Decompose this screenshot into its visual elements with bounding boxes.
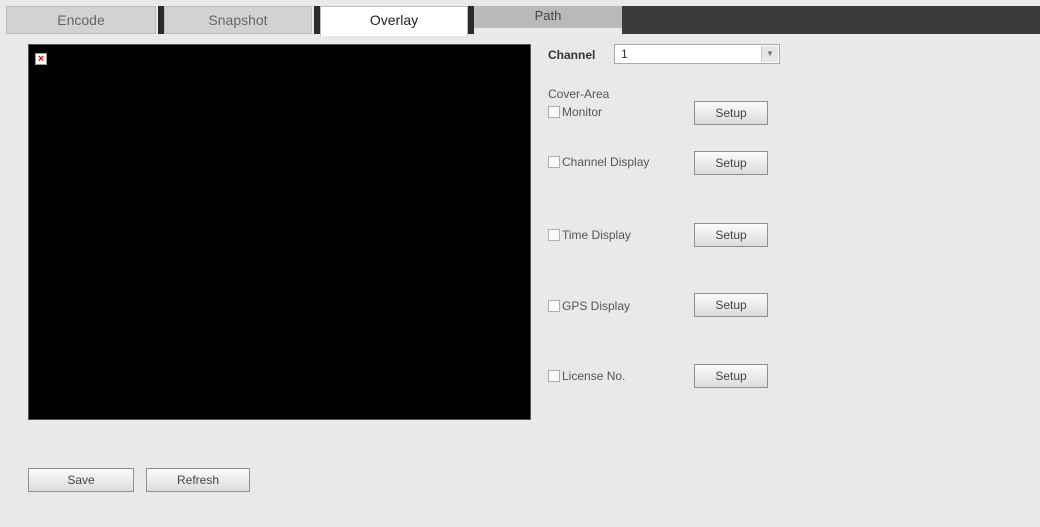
channel-label: Channel xyxy=(548,48,596,62)
channel-display-setup-button[interactable]: Setup xyxy=(694,151,768,175)
time-display-setup-button[interactable]: Setup xyxy=(694,223,768,247)
gps-display-label: GPS Display xyxy=(562,299,631,313)
gps-display-checkbox[interactable] xyxy=(548,300,560,312)
license-no-setup-button[interactable]: Setup xyxy=(694,364,768,388)
tab-snapshot[interactable]: Snapshot xyxy=(164,6,312,34)
time-display-label: Time Display xyxy=(562,228,631,242)
monitor-label: Monitor xyxy=(562,105,603,119)
channel-display-label: Channel Display xyxy=(562,155,650,169)
broken-image-icon: × xyxy=(35,53,47,65)
channel-select[interactable]: 1 ▼ xyxy=(614,44,780,64)
tab-overlay[interactable]: Overlay xyxy=(320,6,468,36)
license-no-checkbox[interactable] xyxy=(548,370,560,382)
chevron-down-icon[interactable]: ▼ xyxy=(761,46,778,62)
gps-display-setup-button[interactable]: Setup xyxy=(694,293,768,317)
license-no-label: License No. xyxy=(562,369,626,383)
time-display-checkbox[interactable] xyxy=(548,229,560,241)
channel-display-checkbox[interactable] xyxy=(548,156,560,168)
tab-encode[interactable]: Encode xyxy=(6,6,156,34)
monitor-checkbox[interactable] xyxy=(548,106,560,118)
channel-select-value: 1 xyxy=(621,47,628,61)
tab-bar: Encode Snapshot Overlay Path xyxy=(6,6,1040,36)
tab-bar-background xyxy=(622,6,1040,34)
video-preview[interactable]: × xyxy=(28,44,531,420)
cover-area-label: Cover-Area xyxy=(548,87,610,101)
refresh-button[interactable]: Refresh xyxy=(146,468,250,492)
tab-path[interactable]: Path xyxy=(474,6,622,28)
monitor-setup-button[interactable]: Setup xyxy=(694,101,768,125)
save-button[interactable]: Save xyxy=(28,468,134,492)
